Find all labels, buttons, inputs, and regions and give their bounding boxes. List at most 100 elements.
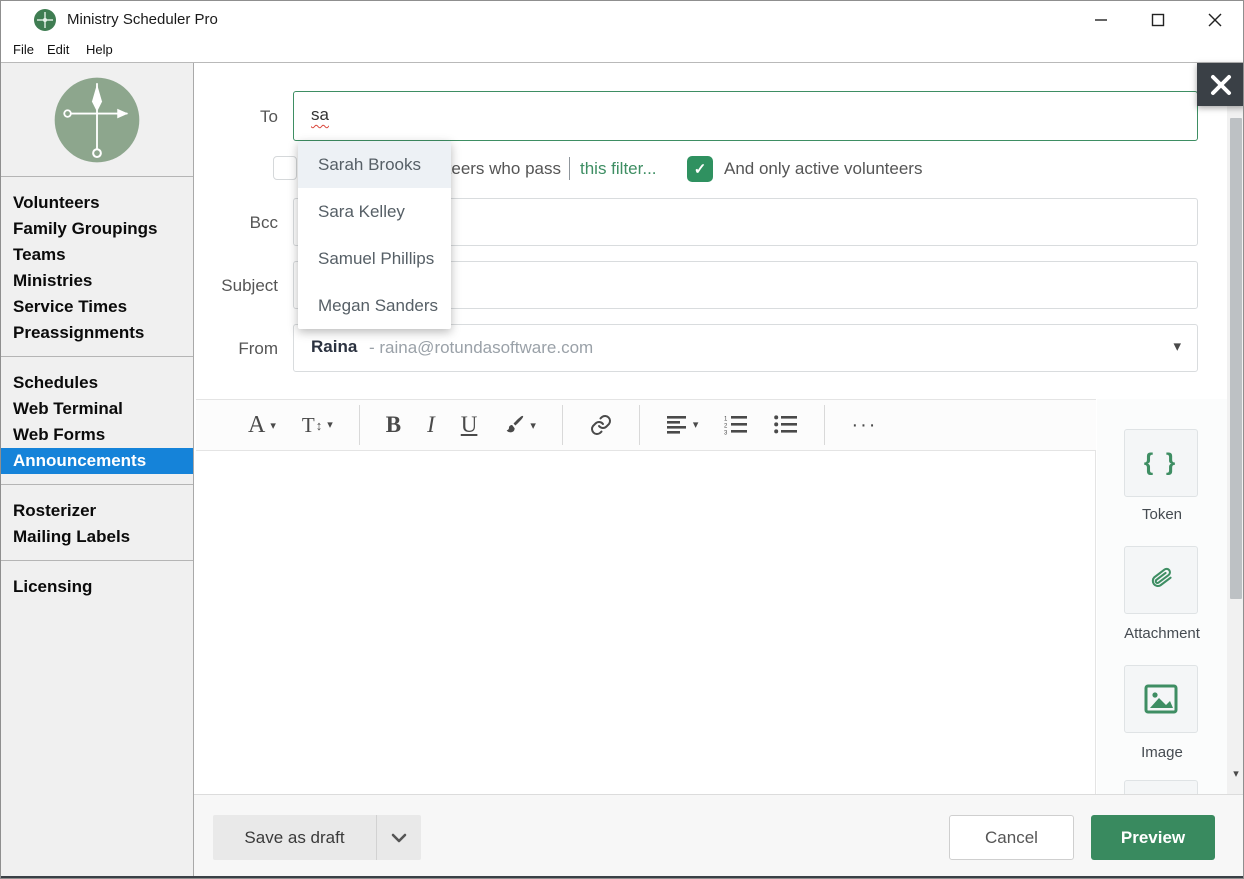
from-label: From (196, 339, 278, 359)
minimize-button[interactable] (1078, 1, 1124, 39)
sidebar-item-service-times[interactable]: Service Times (1, 294, 193, 320)
formatting-toolbar: A ▾ T ↕ ▾ B I U ▾ (196, 399, 1096, 451)
more-options-button[interactable]: ··· (851, 418, 877, 432)
chevron-down-icon[interactable]: ▾ (1173, 337, 1181, 355)
sidebar-item-family-groupings[interactable]: Family Groupings (1, 216, 193, 242)
toolbar-separator (562, 405, 563, 445)
sidebar-item-schedules[interactable]: Schedules (1, 370, 193, 396)
cancel-button[interactable]: Cancel (949, 815, 1074, 860)
numbered-list-icon: 1 2 3 (724, 415, 748, 435)
toolbar-separator (639, 405, 640, 445)
filter-divider (569, 157, 570, 180)
menu-file[interactable]: File (13, 42, 34, 57)
svg-text:1: 1 (724, 417, 728, 423)
sidebar-item-web-forms[interactable]: Web Forms (1, 422, 193, 448)
sidebar-item-preassignments[interactable]: Preassignments (1, 320, 193, 346)
subject-label: Subject (196, 276, 278, 296)
sidebar-item-rosterizer[interactable]: Rosterizer (1, 498, 193, 524)
maximize-button[interactable] (1135, 1, 1181, 39)
autocomplete-item[interactable]: Megan Sanders (298, 282, 451, 329)
scrollbar-thumb[interactable] (1230, 118, 1242, 599)
underline-button[interactable]: U (461, 414, 478, 436)
to-input[interactable]: sa (293, 91, 1198, 141)
sidebar-section-output: Schedules Web Terminal Web Forms Announc… (1, 357, 193, 485)
updown-arrow-icon: ↕ (316, 418, 323, 435)
font-color-button[interactable]: A ▾ (248, 414, 276, 436)
to-input-value: sa (311, 105, 329, 125)
app-window: Ministry Scheduler Pro File Edit Help (0, 0, 1244, 879)
autocomplete-item[interactable]: Sara Kelley (298, 188, 451, 235)
filter-checkbox[interactable] (273, 156, 297, 180)
sidebar-item-announcements[interactable]: Announcements (1, 448, 193, 474)
active-volunteers-checkbox[interactable]: ✓ (687, 156, 713, 182)
chevron-down-icon: ▾ (693, 418, 699, 435)
menu-edit[interactable]: Edit (47, 42, 69, 57)
sidebar-item-teams[interactable]: Teams (1, 242, 193, 268)
align-icon (666, 415, 688, 435)
attachment-button[interactable] (1124, 546, 1198, 614)
bullet-list-button[interactable] (774, 415, 798, 435)
svg-text:3: 3 (724, 431, 728, 436)
window-title: Ministry Scheduler Pro (67, 11, 218, 28)
insert-link-button[interactable] (589, 413, 613, 437)
autocomplete-item[interactable]: Sarah Brooks (298, 141, 451, 188)
token-label: Token (1097, 506, 1227, 523)
insert-tools-panel: { } Token Attachment Image (1097, 399, 1227, 794)
to-label: To (196, 107, 278, 127)
chevron-down-icon (391, 833, 407, 843)
save-draft-dropdown-button[interactable] (376, 815, 421, 860)
autocomplete-dropdown: Sarah Brooks Sara Kelley Samuel Phillips… (298, 141, 451, 329)
attachment-label: Attachment (1097, 625, 1227, 642)
bullet-list-icon (774, 415, 798, 435)
image-button[interactable] (1124, 665, 1198, 733)
sidebar-item-ministries[interactable]: Ministries (1, 268, 193, 294)
preview-button[interactable]: Preview (1091, 815, 1215, 860)
menu-help[interactable]: Help (86, 42, 113, 57)
token-braces-icon: { } (1144, 449, 1178, 477)
app-logo-icon (34, 9, 56, 31)
from-name: Raina (311, 337, 357, 357)
active-volunteers-label: And only active volunteers (724, 159, 922, 179)
save-draft-split-button: Save as draft (213, 815, 421, 860)
this-filter-link[interactable]: this filter... (580, 159, 657, 179)
from-email: - raina@rotundasoftware.com (369, 338, 593, 358)
chevron-down-icon: ▾ (327, 418, 333, 435)
sidebar: Volunteers Family Groupings Teams Minist… (1, 63, 194, 876)
image-icon (1144, 684, 1178, 714)
link-icon (589, 413, 613, 437)
font-size-button[interactable]: T ↕ ▾ (302, 415, 333, 435)
paintbrush-icon (503, 414, 525, 436)
close-icon (1209, 73, 1233, 97)
save-as-draft-button[interactable]: Save as draft (213, 815, 376, 860)
close-button[interactable] (1192, 1, 1238, 39)
bcc-label: Bcc (196, 213, 278, 233)
checkmark-icon: ✓ (694, 160, 707, 178)
sidebar-logo-section (1, 63, 193, 177)
from-select[interactable]: Raina - raina@rotundasoftware.com ▾ (293, 324, 1198, 372)
chevron-down-icon: ▾ (270, 419, 276, 436)
token-button[interactable]: { } (1124, 429, 1198, 497)
compass-logo-icon (51, 74, 143, 166)
sidebar-item-web-terminal[interactable]: Web Terminal (1, 396, 193, 422)
menu-bar (1, 39, 1244, 63)
autocomplete-item[interactable]: Samuel Phillips (298, 235, 451, 282)
sidebar-section-tools: Rosterizer Mailing Labels (1, 485, 193, 561)
sidebar-item-mailing-labels[interactable]: Mailing Labels (1, 524, 193, 550)
svg-text:2: 2 (724, 424, 728, 430)
italic-button[interactable]: I (427, 414, 435, 436)
message-body-editor[interactable] (196, 451, 1096, 794)
sidebar-item-volunteers[interactable]: Volunteers (1, 190, 193, 216)
sidebar-item-licensing[interactable]: Licensing (1, 574, 193, 600)
bold-button[interactable]: B (386, 414, 401, 436)
footer-bar: Save as draft Cancel Preview (194, 794, 1244, 876)
scroll-down-arrow-icon[interactable]: ▾ (1229, 765, 1243, 781)
image-label: Image (1097, 744, 1227, 761)
chevron-down-icon: ▾ (530, 419, 536, 436)
panel-scrollbar[interactable]: ▾ (1227, 63, 1244, 794)
ordered-list-button[interactable]: 1 2 3 (724, 415, 748, 435)
toolbar-separator (359, 405, 360, 445)
dialog-close-button[interactable] (1197, 63, 1244, 106)
paperclip-icon (1146, 565, 1176, 595)
highlight-color-button[interactable]: ▾ (503, 414, 536, 436)
align-button[interactable]: ▾ (666, 415, 699, 435)
